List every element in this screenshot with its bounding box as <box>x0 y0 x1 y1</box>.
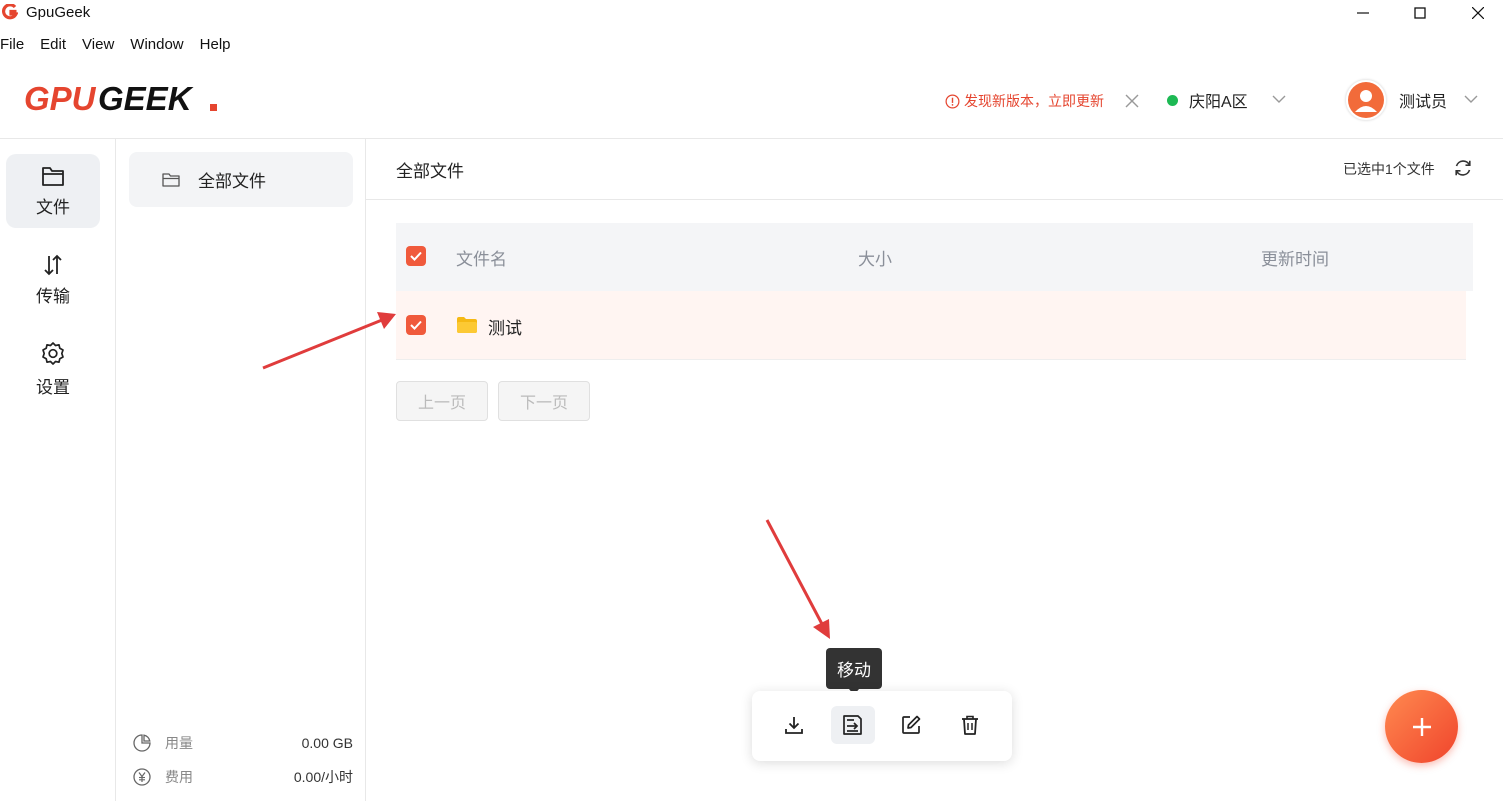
user-name: 测试员 <box>1399 94 1448 111</box>
download-button[interactable] <box>772 706 816 744</box>
row-file-name: 测试 <box>488 319 522 338</box>
update-notice[interactable]: 发现新版本，立即更新 <box>945 91 1104 111</box>
main-content: 全部文件 已选中1个文件 文件名 大小 更新时间 测试 上一页 下一页 移动 <box>366 139 1503 801</box>
file-table: 文件名 大小 更新时间 测试 <box>396 223 1473 360</box>
column-header-name[interactable]: 文件名 <box>456 245 507 270</box>
storage-label: 用量 <box>165 735 193 751</box>
menu-window[interactable]: Window <box>130 36 183 60</box>
download-icon <box>785 717 803 734</box>
left-navigation: 文件 传输 设置 <box>0 139 116 801</box>
gear-icon <box>42 341 64 365</box>
cost-value: 0.00/小时 <box>293 769 353 785</box>
selection-count: 已选中1个文件 <box>1343 161 1435 177</box>
avatar <box>1345 79 1387 121</box>
window-title: GpuGeek <box>26 4 91 21</box>
nav-files[interactable]: 文件 <box>6 154 100 228</box>
storage-value: 0.00 GB <box>301 735 353 751</box>
tooltip: 移动 <box>826 648 882 695</box>
close-icon[interactable] <box>1125 94 1139 108</box>
column-header-updated[interactable]: 更新时间 <box>1261 245 1329 270</box>
move-button[interactable] <box>831 706 875 744</box>
update-notice-text: 发现新版本，立即更新 <box>964 93 1104 109</box>
title-bar: GpuGeek <box>0 0 1503 26</box>
plus-icon <box>1412 717 1431 736</box>
table-header: 文件名 大小 更新时间 <box>396 223 1473 291</box>
minimize-icon <box>1357 12 1369 14</box>
maximize-button[interactable] <box>1397 0 1443 26</box>
maximize-icon <box>1414 7 1426 19</box>
pie-chart-icon <box>133 734 151 752</box>
selection-toolbar <box>752 691 1012 761</box>
user-avatar-icon <box>1348 82 1384 118</box>
menu-view[interactable]: View <box>82 36 114 60</box>
svg-text:GPU: GPU <box>24 80 97 116</box>
info-icon <box>945 94 960 108</box>
folder-root-label: 全部文件 <box>198 172 266 191</box>
region-label: 庆阳A区 <box>1189 94 1248 111</box>
row-checkbox[interactable] <box>406 315 426 335</box>
refresh-icon[interactable] <box>1453 158 1473 178</box>
app-header: GPU GEEK 发现新版本，立即更新 庆阳A区 测试员 <box>0 62 1503 139</box>
select-all-checkbox[interactable] <box>406 246 426 266</box>
close-window-button[interactable] <box>1455 0 1501 26</box>
nav-settings[interactable]: 设置 <box>6 332 100 406</box>
prev-page-button[interactable]: 上一页 <box>396 381 488 421</box>
page-title: 全部文件 <box>396 162 464 181</box>
cost-row: 费用 0.00/小时 <box>133 767 353 787</box>
close-icon <box>1472 7 1484 19</box>
check-icon <box>410 251 422 261</box>
folder-icon <box>457 317 477 333</box>
folder-icon <box>42 166 64 186</box>
edit-icon <box>902 715 921 734</box>
menu-file[interactable]: File <box>0 36 24 60</box>
move-icon <box>843 715 862 735</box>
next-page-button[interactable]: 下一页 <box>498 381 590 421</box>
menu-help[interactable]: Help <box>200 36 231 60</box>
rename-button[interactable] <box>889 706 933 744</box>
region-status-dot <box>1167 94 1178 106</box>
main-header: 全部文件 已选中1个文件 <box>366 139 1503 200</box>
folder-panel: 全部文件 用量 0.00 GB 费用 0.00/小时 <box>116 139 366 801</box>
region-selector[interactable]: 庆阳A区 <box>1167 88 1248 112</box>
trash-icon <box>962 715 978 735</box>
chevron-down-icon[interactable] <box>1272 94 1286 104</box>
cost-label: 费用 <box>165 769 193 785</box>
nav-transfer[interactable]: 传输 <box>6 243 100 317</box>
menu-edit[interactable]: Edit <box>40 36 66 60</box>
column-header-size[interactable]: 大小 <box>858 245 892 270</box>
nav-settings-label: 设置 <box>36 377 70 397</box>
nav-transfer-label: 传输 <box>36 286 70 306</box>
gpugeek-logo: GPU GEEK <box>24 80 217 116</box>
menu-bar: File Edit View Window Help <box>0 36 247 60</box>
chevron-down-icon[interactable] <box>1464 94 1478 104</box>
folder-root-item[interactable]: 全部文件 <box>129 152 353 207</box>
delete-button[interactable] <box>948 706 992 744</box>
storage-usage-row: 用量 0.00 GB <box>133 733 353 753</box>
yen-icon <box>133 768 151 786</box>
minimize-button[interactable] <box>1340 0 1386 26</box>
transfer-arrows-icon <box>44 254 62 275</box>
svg-text:GEEK: GEEK <box>98 80 194 116</box>
check-icon <box>410 320 422 330</box>
folder-icon <box>162 172 180 187</box>
user-menu[interactable]: 测试员 <box>1345 79 1447 121</box>
app-logo-icon <box>2 4 18 20</box>
nav-files-label: 文件 <box>36 197 70 217</box>
add-button[interactable] <box>1385 690 1458 763</box>
table-row[interactable]: 测试 <box>396 291 1466 360</box>
